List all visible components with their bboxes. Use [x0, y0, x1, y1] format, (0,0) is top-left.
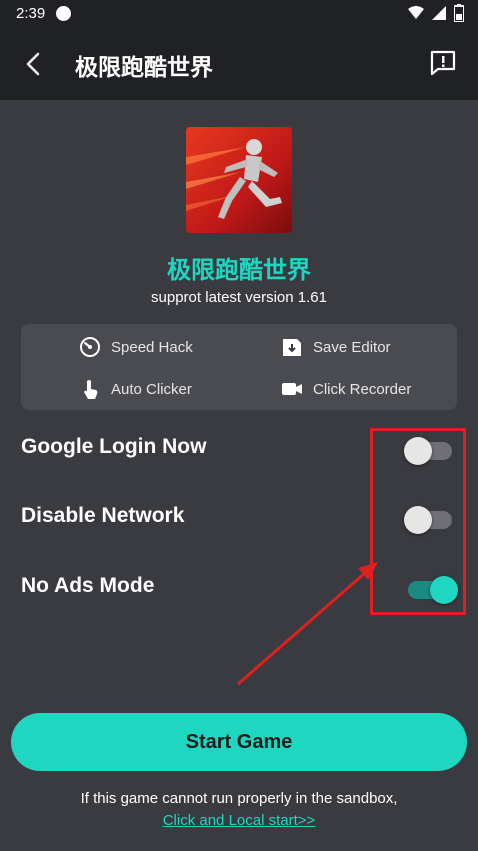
wifi-icon [408, 6, 424, 19]
status-time: 2:39 [16, 5, 46, 22]
notification-dot-icon [56, 6, 71, 21]
click-recorder-label: Click Recorder [313, 380, 412, 398]
save-editor-label: Save Editor [313, 338, 391, 356]
battery-icon [454, 4, 464, 22]
click-recorder-button[interactable]: Click Recorder [281, 378, 411, 400]
features-panel: Speed Hack Save Editor Auto Clicker Clic… [21, 324, 457, 410]
speed-hack-label: Speed Hack [111, 338, 193, 356]
feedback-icon[interactable] [428, 48, 458, 78]
disable-network-label: Disable Network [21, 504, 185, 527]
speed-hack-button[interactable]: Speed Hack [79, 336, 193, 358]
local-start-link[interactable]: Click and Local start>> [0, 812, 478, 829]
back-arrow-icon[interactable] [20, 48, 48, 80]
app-bar: 极限跑酷世界 [0, 28, 478, 100]
save-icon [283, 339, 301, 356]
camera-icon [282, 383, 302, 395]
save-editor-button[interactable]: Save Editor [281, 336, 391, 358]
status-bar: 2:39 [0, 0, 478, 28]
auto-clicker-label: Auto Clicker [111, 380, 192, 398]
annotation-highlight-box [370, 428, 466, 615]
google-login-label: Google Login Now [21, 435, 207, 458]
sandbox-notice: If this game cannot run properly in the … [80, 790, 398, 807]
status-icons [408, 4, 464, 22]
page-title: 极限跑酷世界 [75, 54, 213, 80]
speedometer-icon [80, 337, 100, 357]
auto-clicker-button[interactable]: Auto Clicker [79, 378, 192, 400]
start-game-button[interactable]: Start Game [11, 713, 467, 771]
version-text: supprot latest version 1.61 [151, 289, 327, 306]
no-ads-label: No Ads Mode [21, 574, 155, 597]
tap-icon [84, 380, 98, 399]
game-icon [186, 127, 292, 233]
signal-icon [432, 6, 446, 20]
game-name: 极限跑酷世界 [167, 257, 311, 284]
